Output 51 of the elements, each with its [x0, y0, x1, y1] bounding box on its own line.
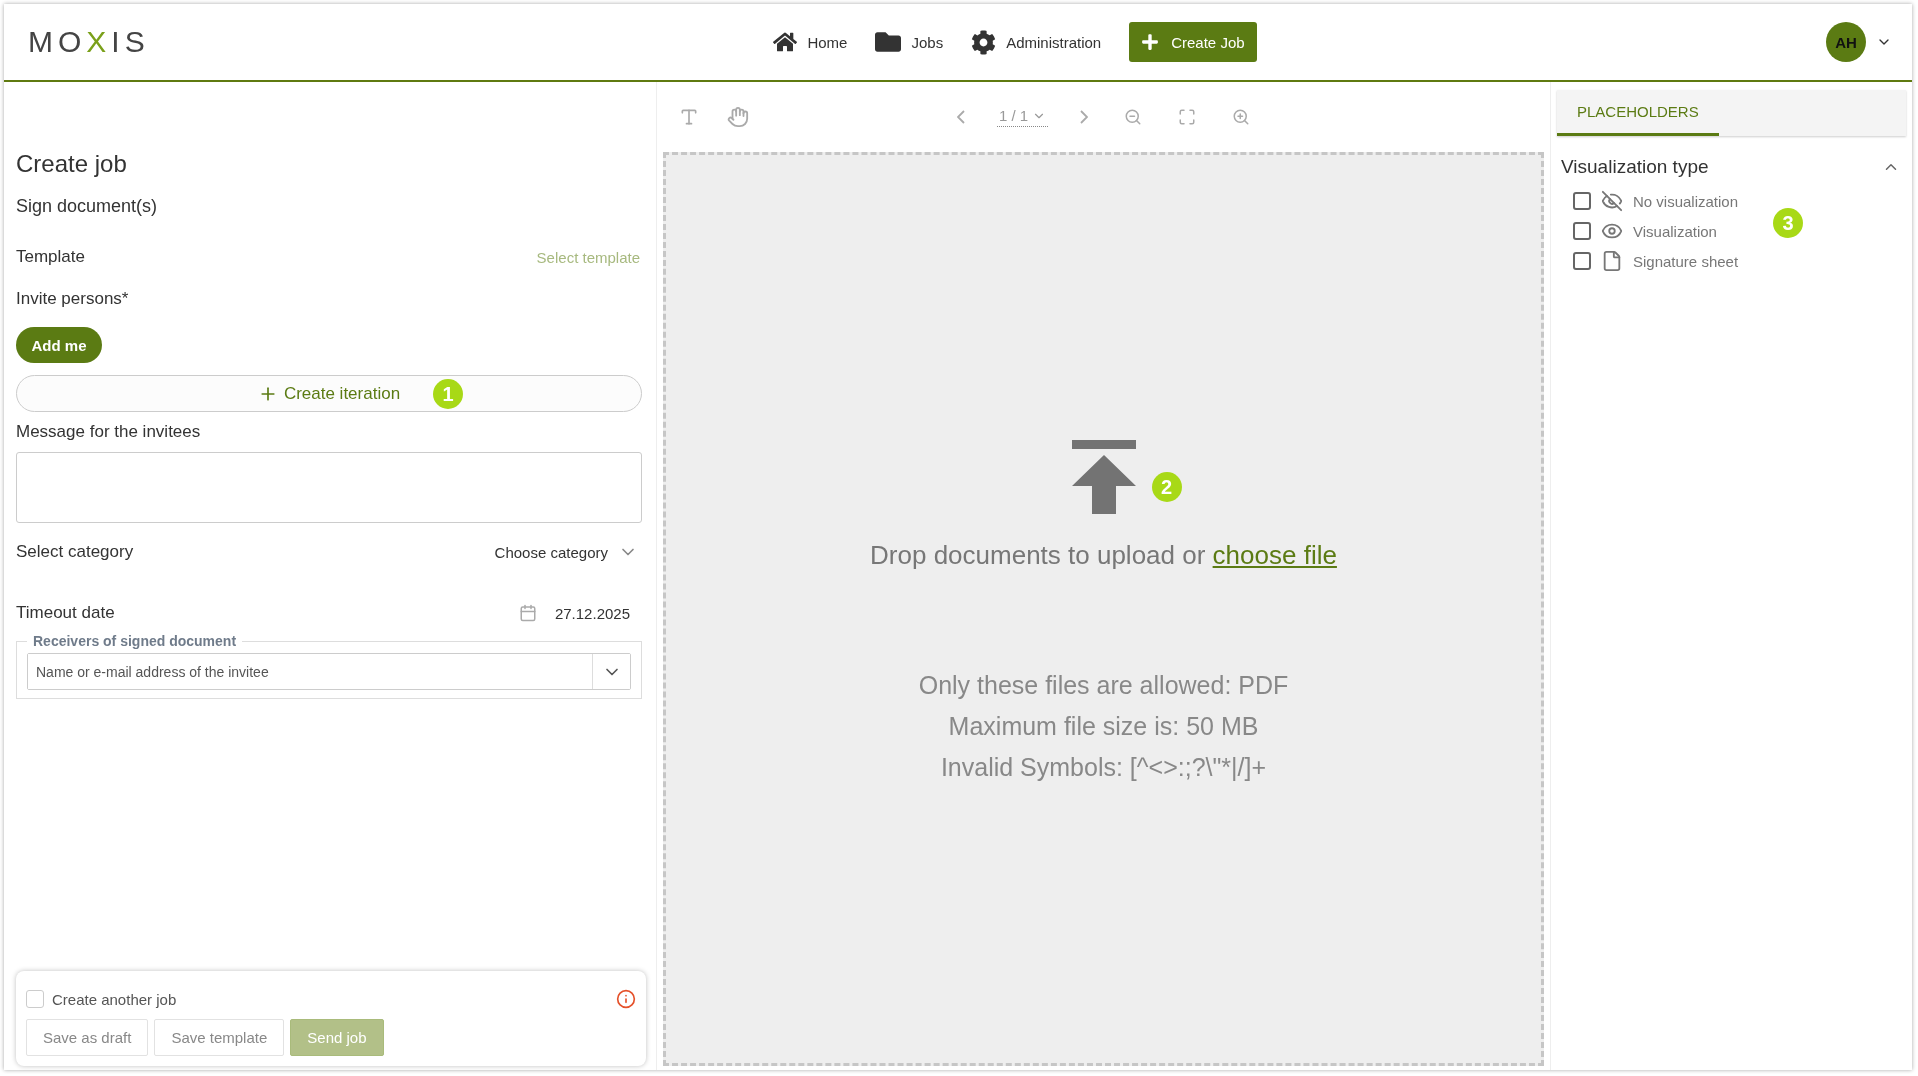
home-icon — [773, 30, 798, 54]
invitee-field[interactable]: Name or e-mail address of the invitee — [27, 653, 631, 690]
user-avatar[interactable]: AH — [1826, 22, 1866, 62]
upload-rule: Maximum file size is: 50 MB — [948, 712, 1259, 741]
info-icon[interactable] — [616, 989, 636, 1009]
add-me-button[interactable]: Add me — [16, 327, 102, 363]
field-label: Template — [16, 247, 85, 267]
callout-badge: 3 — [1773, 208, 1803, 238]
page-title: Create job — [16, 150, 128, 178]
category-dropdown[interactable]: Choose category — [488, 541, 644, 563]
date-value[interactable]: 27.12.2025 — [554, 604, 630, 622]
create-job-button[interactable]: Create Job — [1129, 22, 1257, 62]
document-icon — [1601, 250, 1623, 272]
checkbox[interactable] — [1573, 222, 1591, 240]
plus-icon — [1141, 33, 1160, 51]
nav-link[interactable]: Home — [773, 30, 848, 54]
callout-badge: 2 — [1151, 472, 1182, 502]
checkbox-label: Create another job — [52, 990, 177, 1008]
nav-link[interactable]: Administration — [971, 29, 1102, 55]
option-label: No visualization — [1633, 192, 1739, 210]
eye-off-icon — [1601, 190, 1623, 212]
field-label: Select category — [16, 542, 134, 562]
secondary-button[interactable]: Save template — [154, 1019, 285, 1056]
upload-icon — [1071, 440, 1136, 514]
chevron-left-icon — [956, 110, 965, 124]
section-subtitle: Sign document(s) — [16, 196, 159, 217]
message-field[interactable] — [16, 452, 642, 523]
calendar-icon[interactable] — [518, 604, 537, 622]
option-label: Visualization — [1633, 222, 1717, 240]
nav-link[interactable]: Jobs — [875, 29, 944, 55]
drop-instruction: Drop documents to upload or choose file — [870, 540, 1337, 571]
checkbox[interactable] — [1573, 252, 1591, 270]
create-iteration-button[interactable]: Create iteration 1 — [16, 375, 642, 412]
field-label: Timeout date — [16, 603, 115, 623]
option-label: Signature sheet — [1633, 252, 1739, 270]
choose-file-link[interactable]: choose file — [1212, 540, 1337, 570]
settings-icon — [971, 29, 997, 55]
field-label: Invite persons* — [16, 289, 129, 309]
field-label: Message for the invitees — [16, 422, 201, 442]
upload-rule: Invalid Symbols: [^<>:;?\"*|/]+ — [940, 753, 1267, 782]
section-title: Visualization type — [1561, 156, 1709, 178]
secondary-button[interactable]: Save as draft — [26, 1019, 149, 1056]
chevron-right-icon — [1080, 110, 1089, 124]
group-legend: Receivers of signed document — [27, 633, 243, 649]
callout-badge: 1 — [433, 379, 463, 409]
drop-zone[interactable]: 2 Drop documents to upload or choose file Only these files are allowed: PDF Maximum file size is: 50 MB Invalid Symbols: [^<>:;?\"*|/]+ — [663, 152, 1544, 1066]
checkbox[interactable] — [1573, 192, 1591, 210]
upload-rule: Only these files are allowed: PDF — [918, 671, 1289, 700]
folder-icon — [875, 29, 902, 55]
page-selector[interactable]: 1 / 1 — [996, 107, 1049, 127]
dropdown-button[interactable] — [592, 654, 630, 689]
